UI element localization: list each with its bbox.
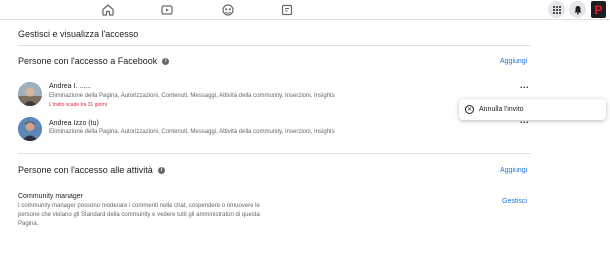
notifications-icon[interactable] <box>569 1 586 18</box>
avatar[interactable] <box>18 117 42 141</box>
page-title: Gestisci e visualizza l'accesso <box>18 29 139 39</box>
person-name: Andrea I. ...... <box>49 83 92 90</box>
divider <box>18 45 531 46</box>
section-title: Persone con l'accesso alle attività <box>18 165 153 175</box>
manage-community-manager-button[interactable]: Gestisci <box>502 198 527 205</box>
pages-icon[interactable] <box>280 3 294 17</box>
avatar[interactable] <box>18 82 42 106</box>
watch-icon[interactable] <box>160 3 174 17</box>
menu-grid-icon[interactable] <box>548 1 565 18</box>
info-icon[interactable]: i <box>157 166 165 174</box>
invite-options-menu: ✕ Annulla l'invito <box>459 99 606 120</box>
person-permissions: Eliminazione della Pagina, Autorizzazion… <box>49 93 335 99</box>
cancel-circle-icon: ✕ <box>465 105 474 114</box>
add-facebook-access-button[interactable]: Aggiungi <box>500 58 527 65</box>
top-navigation-bar: P <box>0 0 610 20</box>
divider <box>18 153 531 154</box>
section-facebook-access-header: Persone con l'accesso a Facebook i <box>18 56 170 66</box>
role-title: Community manager <box>18 193 83 200</box>
section-activity-access-header: Persone con l'accesso alle attività i <box>18 165 165 175</box>
add-activity-access-button[interactable]: Aggiungi <box>500 167 527 174</box>
section-title: Persone con l'accesso a Facebook <box>18 56 158 66</box>
home-icon[interactable] <box>101 3 115 17</box>
person-name: Andrea Izzo (tu) <box>49 120 99 127</box>
groups-icon[interactable] <box>221 3 235 17</box>
role-description: I community manager possono moderare i c… <box>18 203 260 227</box>
invite-expiry-status: L'invito scade tra 31 giorni <box>49 102 107 108</box>
brand-letter: P <box>594 2 603 17</box>
page-profile-logo[interactable]: P <box>591 1 606 18</box>
more-options-button[interactable]: ... <box>520 81 529 90</box>
cancel-invite-menu-item[interactable]: Annulla l'invito <box>479 106 524 113</box>
person-permissions: Eliminazione della Pagina, Autorizzazion… <box>49 129 335 135</box>
info-icon[interactable]: i <box>162 57 170 65</box>
